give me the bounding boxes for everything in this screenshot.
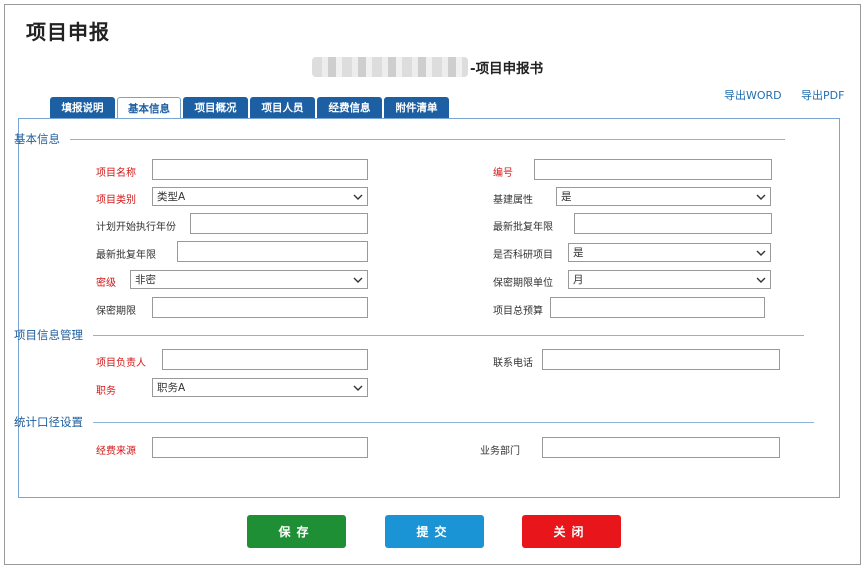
chevron-down-icon	[756, 277, 766, 283]
tab-basic-info[interactable]: 基本信息	[117, 97, 181, 119]
total-budget-label: 项目总预算	[493, 306, 543, 317]
leader-label: 项目负责人	[96, 358, 146, 369]
funding-source-input[interactable]	[152, 437, 368, 458]
project-name-input[interactable]	[152, 159, 368, 180]
is-research-value: 是	[573, 247, 584, 259]
section-project-info-title: 项目信息管理	[14, 328, 83, 342]
export-word-link[interactable]: 导出WORD	[724, 87, 782, 103]
section-project-info: 项目信息管理	[14, 327, 804, 343]
total-budget-input[interactable]	[550, 297, 765, 318]
section-divider	[93, 421, 814, 423]
chevron-down-icon	[756, 250, 766, 256]
tab-funding-info[interactable]: 经费信息	[317, 97, 382, 118]
chevron-down-icon	[353, 385, 363, 391]
construction-attr-value: 是	[561, 191, 572, 203]
leader-input[interactable]	[162, 349, 368, 370]
plan-start-year-input[interactable]	[190, 213, 368, 234]
document-title: -项目申报书	[312, 56, 543, 78]
phone-input[interactable]	[542, 349, 780, 370]
project-type-value: 类型A	[157, 191, 186, 203]
project-type-label: 项目类别	[96, 195, 136, 206]
page-title: 项目申报	[26, 20, 110, 44]
tab-attachments[interactable]: 附件清单	[384, 97, 449, 118]
document-title-suffix: -项目申报书	[470, 61, 544, 77]
position-label: 职务	[96, 386, 116, 397]
phone-label: 联系电话	[493, 358, 533, 369]
secret-period-unit-select[interactable]: 月	[568, 270, 771, 289]
secret-period-input[interactable]	[152, 297, 368, 318]
position-select[interactable]: 职务A	[152, 378, 368, 397]
funding-source-label: 经费来源	[96, 446, 136, 457]
section-stats-title: 统计口径设置	[14, 415, 83, 429]
submit-button[interactable]: 提交	[385, 515, 484, 548]
section-divider	[93, 334, 804, 336]
export-pdf-link[interactable]: 导出PDF	[801, 87, 844, 103]
section-basic-info-title: 基本信息	[14, 132, 60, 146]
construction-attr-label: 基建属性	[493, 195, 533, 206]
latest-approval-right-label: 最新批复年限	[493, 222, 553, 233]
chevron-down-icon	[353, 194, 363, 200]
project-name-label: 项目名称	[96, 168, 136, 179]
secret-level-label: 密级	[96, 278, 116, 289]
section-divider	[70, 138, 785, 140]
position-value: 职务A	[157, 382, 186, 394]
tab-project-members[interactable]: 项目人员	[250, 97, 315, 118]
is-research-label: 是否科研项目	[493, 250, 553, 261]
department-input[interactable]	[542, 437, 780, 458]
latest-approval-left-input[interactable]	[177, 241, 368, 262]
secret-period-label: 保密期限	[96, 306, 136, 317]
project-type-select[interactable]: 类型A	[152, 187, 368, 206]
department-label: 业务部门	[480, 446, 520, 457]
plan-start-year-label: 计划开始执行年份	[96, 222, 176, 233]
latest-approval-right-input[interactable]	[574, 213, 772, 234]
save-button[interactable]: 保存	[247, 515, 346, 548]
tab-bar: 填报说明 基本信息 项目概况 项目人员 经费信息 附件清单	[50, 97, 451, 119]
tab-instructions[interactable]: 填报说明	[50, 97, 115, 118]
redacted-project-name	[312, 57, 468, 77]
secret-period-unit-value: 月	[573, 274, 584, 286]
chevron-down-icon	[353, 277, 363, 283]
secret-period-unit-label: 保密期限单位	[493, 278, 553, 289]
is-research-select[interactable]: 是	[568, 243, 771, 262]
number-input[interactable]	[534, 159, 772, 180]
chevron-down-icon	[756, 194, 766, 200]
tab-project-overview[interactable]: 项目概况	[183, 97, 248, 118]
secret-level-value: 非密	[135, 274, 156, 286]
section-basic-info: 基本信息	[14, 131, 785, 147]
secret-level-select[interactable]: 非密	[130, 270, 368, 289]
latest-approval-left-label: 最新批复年限	[96, 250, 156, 261]
construction-attr-select[interactable]: 是	[556, 187, 771, 206]
section-stats: 统计口径设置	[14, 414, 814, 430]
close-button[interactable]: 关闭	[522, 515, 621, 548]
number-label: 编号	[493, 168, 513, 179]
